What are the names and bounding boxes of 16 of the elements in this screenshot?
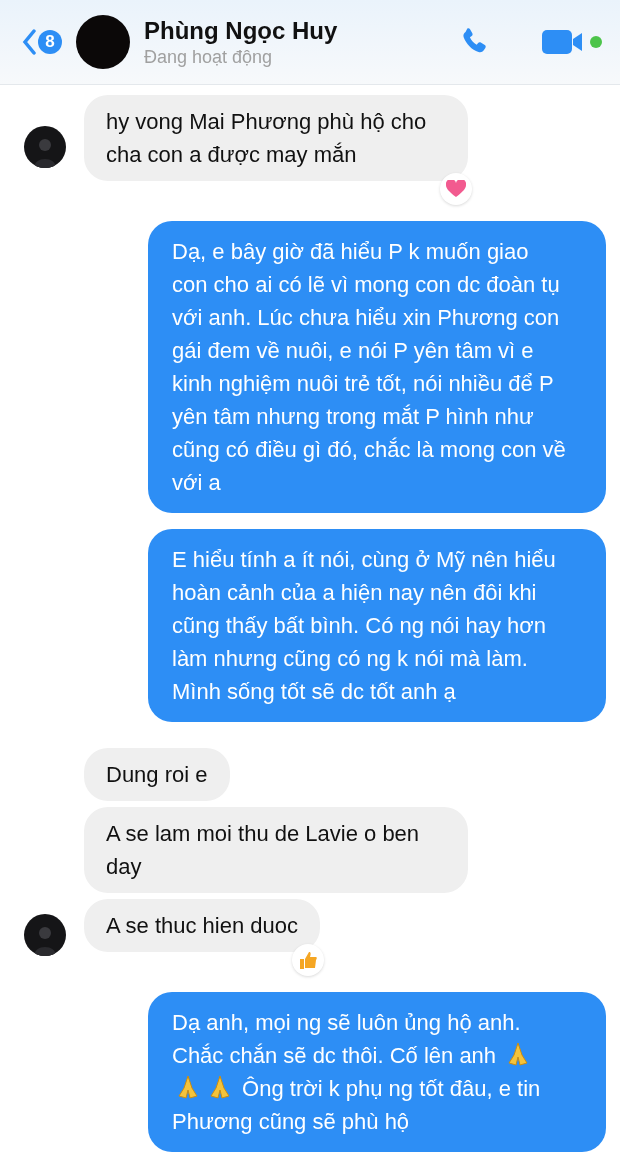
message-bubble: Dạ anh, mọi ng sẽ luôn ủng hộ anh. Chắc chắn sẽ dc thôi. Cố lên anh Ông trời k phụ ng tốt đâu, e tin Phương cũng sẽ phù hộ — [148, 992, 606, 1152]
avatar — [76, 15, 130, 69]
message-bubble: A se lam moi thu de Lavie o ben day — [84, 807, 468, 893]
back-chevron-icon — [22, 29, 36, 55]
message-bubble: Dung roi e — [84, 748, 230, 801]
back-button[interactable]: 8 — [22, 29, 62, 55]
contact-name: Phùng Ngọc Huy — [144, 16, 339, 45]
thumbs-up-icon — [298, 950, 319, 970]
praying-hands-icon — [175, 1074, 201, 1100]
active-status: Đang hoạt động — [144, 46, 274, 68]
video-call-button[interactable] — [542, 27, 602, 57]
message-bubble: Dạ, e bây giờ đã hiểu P k muốn giao con cho ai có lẽ vì mong con dc đoàn tụ với anh. Lúc chưa hiểu xin Phương con gái đem về nuôi, e nói P yên tâm vì e kinh nghiệm nuôi trẻ tốt, nói nhiều để P yên tâm nhưng trong mắt P hình như cũng có điều gì đó, chắc là mong con về với a — [148, 221, 606, 513]
praying-hands-icon — [207, 1074, 233, 1100]
message-bubble: E hiểu tính a ít nói, cùng ở Mỹ nên hiểu hoàn cảnh của a hiện nay nên đôi khi cũng thấy bất bình. Có ng nói hay hơn làm nhưng cũng có ng k nói mà làm. Mình sống tốt sẽ dc tốt anh ạ — [148, 529, 606, 722]
unread-badge: 8 — [38, 30, 62, 54]
heart-icon — [446, 180, 466, 198]
